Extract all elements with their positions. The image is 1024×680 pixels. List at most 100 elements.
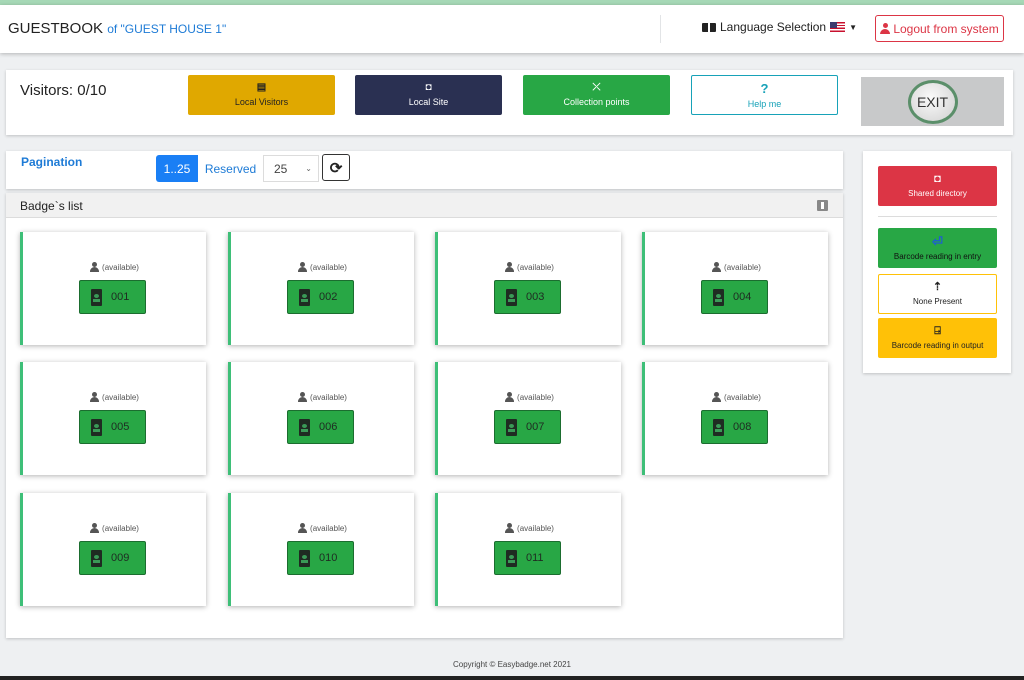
- id-badge-icon: [506, 549, 517, 567]
- badge-status: (available): [645, 262, 828, 272]
- badge-card[interactable]: (available) 009: [20, 493, 206, 606]
- barcode-output-button[interactable]: ⍈ Barcode reading in output: [878, 318, 997, 358]
- badge-number: 002: [319, 291, 338, 303]
- badge-number: 005: [111, 421, 130, 433]
- page-range-button[interactable]: 1..25: [156, 155, 198, 182]
- badge-status-label: (available): [310, 262, 347, 272]
- badge-card[interactable]: (available) 002: [228, 232, 414, 345]
- badge-status: (available): [231, 262, 414, 272]
- badge-card[interactable]: (available) 010: [228, 493, 414, 606]
- badge-card[interactable]: (available) 011: [435, 493, 621, 606]
- user-icon: [90, 262, 100, 272]
- none-present-button[interactable]: ⇡ None Present: [878, 274, 997, 314]
- badge-list-panel: Badge`s list (available) 001 (available) 00…: [6, 193, 843, 638]
- badge-card[interactable]: (available) 004: [642, 232, 828, 345]
- logout-button[interactable]: Logout from system: [875, 15, 1004, 42]
- page-size-select[interactable]: 25 ⌄: [263, 155, 319, 182]
- badge-status-label: (available): [517, 262, 554, 272]
- badge-number: 007: [526, 421, 545, 433]
- visitors-count: Visitors: 0/10: [20, 82, 107, 99]
- local-visitors-label: Local Visitors: [234, 97, 289, 107]
- badge-button[interactable]: 009: [79, 541, 146, 575]
- badge-button[interactable]: 011: [494, 541, 561, 575]
- badge-button[interactable]: 008: [701, 410, 768, 444]
- badge-card[interactable]: (available) 008: [642, 362, 828, 475]
- badge-status-label: (available): [517, 392, 554, 402]
- badge-button[interactable]: 007: [494, 410, 561, 444]
- badge-button[interactable]: 001: [79, 280, 146, 314]
- id-badge-icon: [91, 549, 102, 567]
- logout-label: Logout from system: [893, 21, 999, 36]
- badge-number: 010: [319, 552, 338, 564]
- navbar-divider: [660, 15, 661, 43]
- badge-list-title: Badge`s list: [20, 199, 83, 213]
- badge-button[interactable]: 005: [79, 410, 146, 444]
- guest-house-name: of "GUEST HOUSE 1": [107, 22, 227, 36]
- exit-label: EXIT: [916, 93, 949, 110]
- badge-card[interactable]: (available) 003: [435, 232, 621, 345]
- user-icon: [712, 392, 722, 402]
- badge-number: 006: [319, 421, 338, 433]
- id-badge-icon: [713, 288, 724, 306]
- collapse-icon[interactable]: [817, 200, 828, 211]
- badge-card[interactable]: (available) 006: [228, 362, 414, 475]
- shared-directory-button[interactable]: ◘ Shared directory: [878, 166, 997, 206]
- badge-status-label: (available): [724, 392, 761, 402]
- collection-points-label: Collection points: [563, 97, 630, 107]
- badge-status: (available): [23, 523, 206, 533]
- reserved-tab[interactable]: Reserved: [199, 155, 262, 182]
- user-icon: [298, 523, 308, 533]
- id-badge-icon: [506, 418, 517, 436]
- user-icon: [505, 262, 515, 272]
- badge-button[interactable]: 006: [287, 410, 354, 444]
- id-badge-icon: [91, 418, 102, 436]
- barcode-output-label: Barcode reading in output: [891, 341, 984, 350]
- enter-icon: ⏎: [932, 234, 943, 249]
- language-icon: [702, 22, 716, 32]
- footer-copyright: Copyright © Easybadge.net 2021: [453, 660, 571, 669]
- badge-status-label: (available): [724, 262, 761, 272]
- id-badge-icon: [299, 288, 310, 306]
- help-button[interactable]: ? Help me: [691, 75, 838, 115]
- badge-status: (available): [438, 392, 621, 402]
- user-icon: [712, 262, 722, 272]
- barcode-entry-button[interactable]: ⏎ Barcode reading in entry: [878, 228, 997, 268]
- local-site-button[interactable]: ◘ Local Site: [355, 75, 502, 115]
- badge-card[interactable]: (available) 007: [435, 362, 621, 475]
- badge-icon: ◘: [425, 82, 432, 93]
- badge-card[interactable]: (available) 005: [20, 362, 206, 475]
- badge-button[interactable]: 004: [701, 280, 768, 314]
- id-badge-icon: [506, 288, 517, 306]
- badge-number: 004: [733, 291, 752, 303]
- arrows-collapse-icon: ⤫: [592, 82, 601, 93]
- language-selector[interactable]: Language Selection ▼: [702, 20, 857, 34]
- badge-status: (available): [231, 392, 414, 402]
- badge-button[interactable]: 002: [287, 280, 354, 314]
- refresh-button[interactable]: ⟳: [322, 154, 350, 181]
- barcode-entry-label: Barcode reading in entry: [893, 252, 982, 261]
- local-visitors-button[interactable]: ▤ Local Visitors: [188, 75, 335, 115]
- exit-button[interactable]: EXIT: [861, 77, 1004, 126]
- user-icon: [505, 523, 515, 533]
- user-icon: [298, 262, 308, 272]
- list-icon: ▤: [256, 82, 267, 93]
- collection-points-button[interactable]: ⤫ Collection points: [523, 75, 670, 115]
- user-icon: [298, 392, 308, 402]
- pagination-bar: Pagination 1..25 Reserved 25 ⌄ ⟳: [6, 151, 843, 189]
- us-flag-icon: [830, 22, 846, 32]
- pagination-title: Pagination: [21, 155, 83, 169]
- exit-icon: EXIT: [907, 79, 958, 124]
- badge-icon: ◘: [934, 173, 941, 185]
- badge-button[interactable]: 010: [287, 541, 354, 575]
- badge-card[interactable]: (available) 001: [20, 232, 206, 345]
- badge-number: 009: [111, 552, 130, 564]
- id-badge-icon: [299, 418, 310, 436]
- chevron-down-icon: ▼: [849, 22, 858, 32]
- exit-door-icon: ⍈: [934, 325, 941, 337]
- question-icon: ?: [760, 80, 769, 96]
- language-label: Language Selection: [720, 20, 827, 34]
- shared-directory-label: Shared directory: [908, 189, 967, 198]
- badge-button[interactable]: 003: [494, 280, 561, 314]
- badge-status: (available): [438, 262, 621, 272]
- bottom-bar: [0, 676, 1024, 680]
